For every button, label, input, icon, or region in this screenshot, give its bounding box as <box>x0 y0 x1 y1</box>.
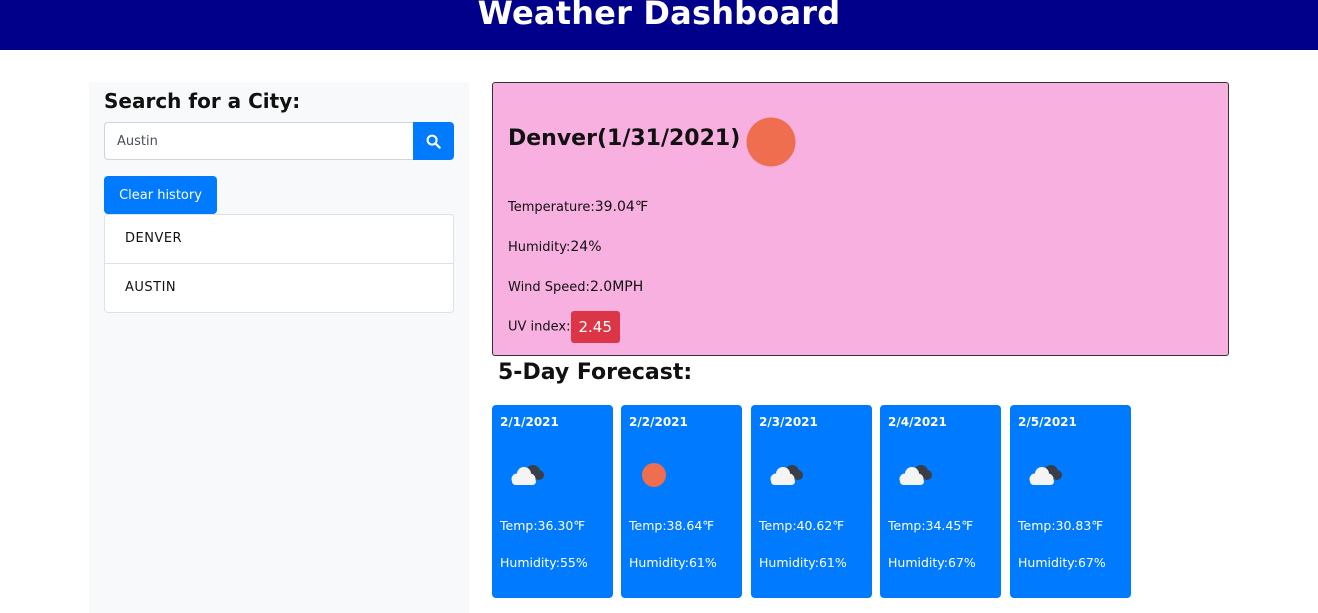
forecast-temp: Temp:30.83℉ <box>1018 518 1104 533</box>
temperature-line: Temperature:39.04℉ <box>508 199 648 215</box>
forecast-date: 2/2/2021 <box>629 415 688 429</box>
city-search-input[interactable] <box>104 122 413 160</box>
forecast-heading: 5-Day Forecast: <box>498 360 693 385</box>
forecast-humidity: Humidity:61% <box>629 555 717 570</box>
page-title: Weather Dashboard <box>477 0 841 32</box>
forecast-date: 2/1/2021 <box>500 415 559 429</box>
clear-history-button[interactable]: Clear history <box>104 176 217 214</box>
sun-icon <box>642 463 666 487</box>
uv-line: UV index: 2.45 <box>508 311 620 343</box>
cloud-icon <box>899 465 932 485</box>
wind-line: Wind Speed:2.0MPH <box>508 279 643 295</box>
uv-index-badge: 2.45 <box>570 311 620 343</box>
forecast-temp: Temp:38.64℉ <box>629 518 715 533</box>
search-sidebar: Search for a City: Clear history DENVER … <box>89 82 469 613</box>
cloud-icon <box>511 465 544 485</box>
sun-icon <box>746 117 796 167</box>
humidity-value: 24% <box>570 239 602 255</box>
temperature-value: 39.04℉ <box>594 199 649 215</box>
wind-label: Wind Speed: <box>508 280 590 295</box>
cloud-icon <box>770 465 803 485</box>
history-item-austin[interactable]: AUSTIN <box>105 264 453 312</box>
search-heading: Search for a City: <box>104 89 301 113</box>
forecast-humidity: Humidity:61% <box>759 555 847 570</box>
forecast-date: 2/5/2021 <box>1018 415 1077 429</box>
cloud-icon <box>1029 465 1062 485</box>
temperature-label: Temperature: <box>508 200 595 215</box>
page-header: Weather Dashboard <box>0 0 1318 50</box>
forecast-humidity: Humidity:67% <box>888 555 976 570</box>
forecast-card: 2/4/2021 Temp:34.45℉ Humidity:67% <box>880 405 1001 598</box>
current-city-date: Denver(1/31/2021) <box>508 126 741 151</box>
humidity-label: Humidity: <box>508 240 571 255</box>
forecast-temp: Temp:34.45℉ <box>888 518 974 533</box>
search-icon <box>426 134 441 149</box>
history-item-denver[interactable]: DENVER <box>105 215 453 264</box>
wind-value: 2.0MPH <box>589 279 644 295</box>
forecast-humidity: Humidity:55% <box>500 555 588 570</box>
search-history-list: DENVER AUSTIN <box>104 214 454 313</box>
uv-label: UV index: <box>508 319 571 335</box>
forecast-card: 2/2/2021 Temp:38.64℉ Humidity:61% <box>621 405 742 598</box>
current-weather-card: Denver(1/31/2021) Temperature:39.04℉ Hum… <box>492 82 1229 356</box>
search-button[interactable] <box>413 122 454 160</box>
forecast-temp: Temp:40.62℉ <box>759 518 845 533</box>
forecast-date: 2/4/2021 <box>888 415 947 429</box>
forecast-temp: Temp:36.30℉ <box>500 518 586 533</box>
forecast-date: 2/3/2021 <box>759 415 818 429</box>
forecast-card: 2/5/2021 Temp:30.83℉ Humidity:67% <box>1010 405 1131 598</box>
forecast-humidity: Humidity:67% <box>1018 555 1106 570</box>
forecast-card: 2/1/2021 Temp:36.30℉ Humidity:55% <box>492 405 613 598</box>
forecast-card: 2/3/2021 Temp:40.62℉ Humidity:61% <box>751 405 872 598</box>
humidity-line: Humidity:24% <box>508 239 602 255</box>
